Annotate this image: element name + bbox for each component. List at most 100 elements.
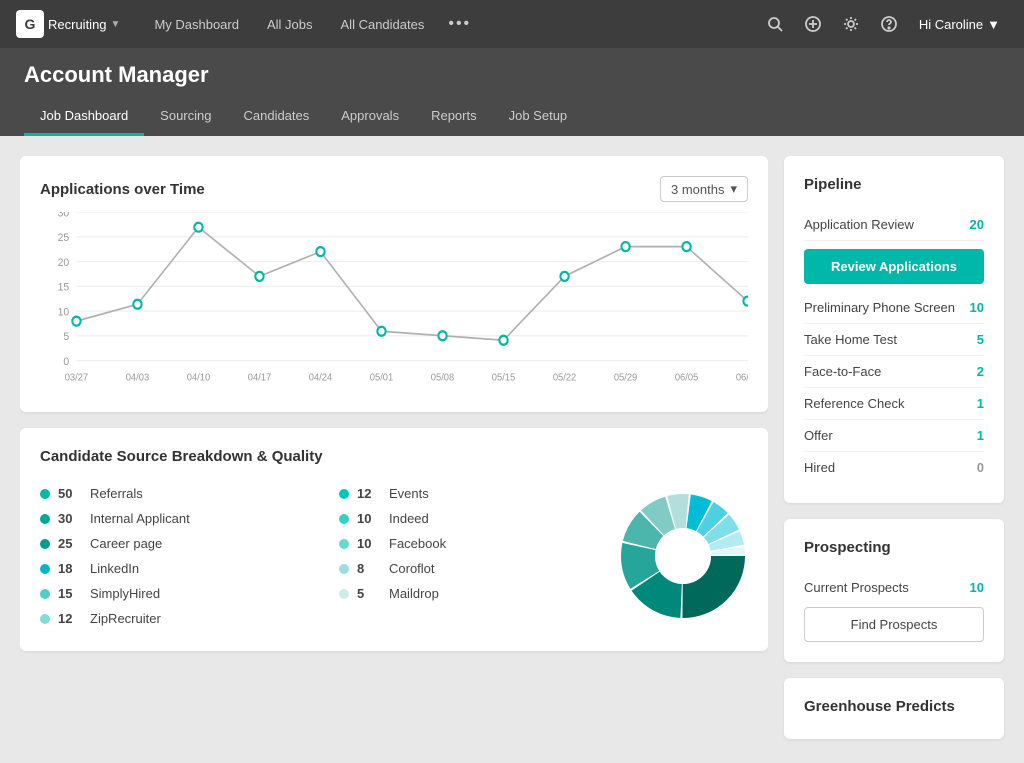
right-column: Pipeline Application Review 20 Review Ap… [784,156,1004,741]
tab-sourcing[interactable]: Sourcing [144,98,227,136]
source-count: 12 [357,486,381,501]
svg-text:30: 30 [58,212,70,220]
source-count: 50 [58,486,82,501]
page-title: Account Manager [24,48,1000,98]
current-prospects-item: Current Prospects 10 [804,572,984,603]
tab-candidates[interactable]: Candidates [227,98,325,136]
nav-all-jobs[interactable]: All Jobs [253,17,327,32]
chart-svg: 30 25 20 15 10 5 0 [40,212,748,392]
brand-arrow: ▼ [111,19,121,30]
user-arrow: ▼ [987,17,1000,32]
period-label: 3 months [671,182,724,197]
svg-text:20: 20 [58,257,70,269]
donut-chart [618,491,748,621]
applications-chart-card: Applications over Time 3 months ▾ [20,156,768,412]
source-count: 30 [58,511,82,526]
pipeline-item: Face-to-Face 2 [804,356,984,388]
settings-icon[interactable] [835,8,867,40]
svg-text:05/01: 05/01 [370,372,393,383]
pipeline-item-label: Take Home Test [804,332,897,347]
add-icon[interactable] [797,8,829,40]
source-dot [339,589,349,599]
chart-area: 30 25 20 15 10 5 0 [40,212,748,392]
source-lists: 50 Referrals 30 Internal Applicant 25 Ca… [40,481,608,631]
source-item: 18 LinkedIn [40,556,309,581]
greenhouse-predicts-card: Greenhouse Predicts [784,678,1004,739]
review-applications-button[interactable]: Review Applications [804,249,984,284]
pipeline-item-label: Offer [804,428,833,443]
source-col-right: 12 Events 10 Indeed 10 Facebook 8 Corofl… [339,481,608,631]
current-prospects-count: 10 [970,580,984,595]
source-count: 18 [58,561,82,576]
period-dropdown-arrow: ▾ [730,181,737,197]
svg-text:15: 15 [58,281,70,293]
source-count: 12 [58,611,82,626]
pipeline-item-count: 20 [970,217,984,232]
nav-more-dots[interactable]: ••• [438,15,481,33]
source-item: 15 SimplyHired [40,581,309,606]
source-item: 12 ZipRecruiter [40,606,309,631]
source-col-left: 50 Referrals 30 Internal Applicant 25 Ca… [40,481,309,631]
source-item: 12 Events [339,481,608,506]
svg-text:04/10: 04/10 [187,372,211,383]
svg-text:03/27: 03/27 [65,372,88,383]
source-dot [40,614,50,624]
pipeline-item-count: 1 [977,396,984,411]
pipeline-item: Reference Check 1 [804,388,984,420]
source-dot [40,564,50,574]
svg-text:04/17: 04/17 [248,372,271,383]
search-icon[interactable] [759,8,791,40]
sub-nav: Account Manager Job Dashboard Sourcing C… [0,48,1024,136]
source-item: 50 Referrals [40,481,309,506]
tab-approvals[interactable]: Approvals [325,98,415,136]
nav-all-candidates[interactable]: All Candidates [327,17,439,32]
source-layout: 50 Referrals 30 Internal Applicant 25 Ca… [40,481,748,631]
source-label: Indeed [389,511,429,526]
source-dot [40,489,50,499]
current-prospects-label: Current Prospects [804,580,909,595]
pipeline-card: Pipeline Application Review 20 Review Ap… [784,156,1004,503]
pipeline-item-count: 0 [977,460,984,475]
svg-text:05/29: 05/29 [614,372,637,383]
prospecting-card: Prospecting Current Prospects 10 Find Pr… [784,519,1004,662]
chart-title: Applications over Time [40,181,205,198]
source-item: 25 Career page [40,531,309,556]
period-select[interactable]: 3 months ▾ [660,176,748,202]
pipeline-items: Application Review 20 Review Application… [804,209,984,483]
source-item: 10 Indeed [339,506,608,531]
svg-text:04/24: 04/24 [309,372,333,383]
svg-text:05/15: 05/15 [492,372,516,383]
svg-text:10: 10 [58,306,70,318]
source-count: 10 [357,536,381,551]
pipeline-item: Take Home Test 5 [804,324,984,356]
prospecting-title: Prospecting [804,539,984,556]
user-menu[interactable]: Hi Caroline ▼ [911,17,1008,32]
source-dot [40,514,50,524]
pipeline-item-count: 5 [977,332,984,347]
source-count: 5 [357,586,381,601]
brand-label: Recruiting [48,17,107,32]
svg-text:05/22: 05/22 [553,372,576,383]
pipeline-item-label: Preliminary Phone Screen [804,300,955,315]
help-icon[interactable] [873,8,905,40]
source-label: Coroflot [389,561,435,576]
tab-reports[interactable]: Reports [415,98,493,136]
svg-text:5: 5 [63,331,69,343]
source-label: SimplyHired [90,586,160,601]
source-label: Events [389,486,429,501]
tabs: Job Dashboard Sourcing Candidates Approv… [24,98,1000,136]
top-nav: G Recruiting ▼ My Dashboard All Jobs All… [0,0,1024,48]
find-prospects-button[interactable]: Find Prospects [804,607,984,642]
source-label: Referrals [90,486,143,501]
greenhouse-predicts-title: Greenhouse Predicts [804,698,984,715]
source-count: 10 [357,511,381,526]
source-count: 15 [58,586,82,601]
source-item: 5 Maildrop [339,581,608,606]
tab-job-dashboard[interactable]: Job Dashboard [24,98,144,136]
svg-text:04/03: 04/03 [126,372,149,383]
nav-my-dashboard[interactable]: My Dashboard [140,17,253,32]
source-item: 10 Facebook [339,531,608,556]
pipeline-item: Offer 1 [804,420,984,452]
source-label: LinkedIn [90,561,139,576]
tab-job-setup[interactable]: Job Setup [493,98,584,136]
